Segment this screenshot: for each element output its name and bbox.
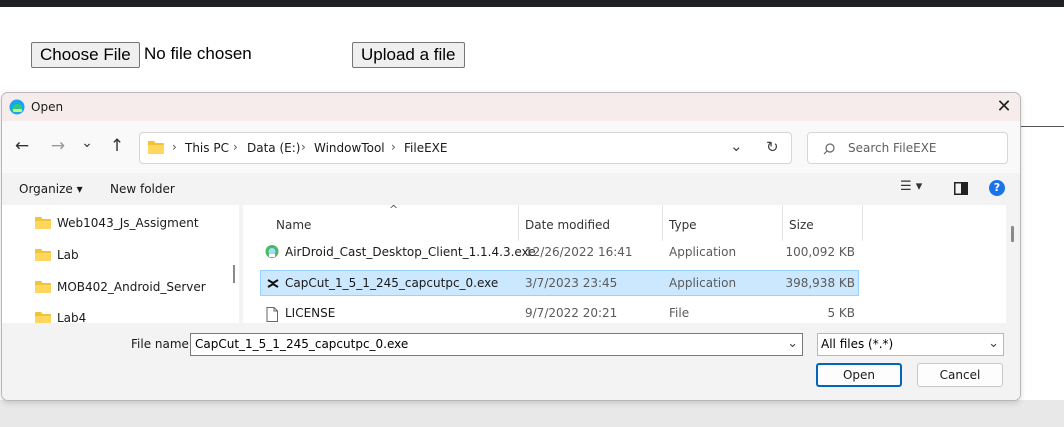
cancel-button[interactable]: Cancel — [917, 363, 1003, 387]
file-size: 100,092 KB — [785, 245, 855, 259]
open-button[interactable]: Open — [816, 363, 902, 387]
file-list-scrollbar[interactable] — [1011, 226, 1014, 242]
up-arrow-icon[interactable]: ↑ — [105, 134, 129, 158]
nav-item-label: Web1043_Js_Assigment — [57, 216, 199, 230]
forward-arrow-icon[interactable]: → — [46, 134, 70, 158]
dialog-title: Open — [31, 100, 64, 114]
file-type-filter-value: All files (*.*) — [821, 337, 894, 351]
page-background-strip — [0, 400, 1064, 427]
file-row-capcut-selected[interactable]: CapCut_1_5_1_245_capcutpc_0.exe 3/7/2023… — [260, 270, 859, 296]
dialog-title-bar: Open ✕ — [2, 93, 1020, 121]
column-header-date-modified[interactable]: Date modified — [525, 218, 610, 232]
nav-item-mob402[interactable]: MOB402_Android_Server — [2, 274, 232, 302]
column-divider[interactable] — [862, 205, 863, 241]
breadcrumb-windowtool[interactable]: WindowTool — [314, 141, 385, 155]
file-name-dropdown-chevron-icon[interactable]: ⌄ — [787, 336, 798, 351]
navigation-pane: Web1043_Js_Assigment Lab MOB402_Android_… — [2, 205, 239, 323]
address-dropdown-chevron-icon[interactable]: ⌄ — [730, 137, 743, 155]
file-type: Application — [669, 276, 737, 290]
file-name-value: CapCut_1_5_1_245_capcutpc_0.exe — [195, 337, 409, 351]
choose-file-button[interactable]: Choose File — [31, 42, 140, 68]
file-date: 3/7/2023 23:45 — [525, 276, 618, 290]
document-icon — [266, 307, 278, 322]
open-file-dialog: Open ✕ ← → ⌄ ↑ › This PC › Data (E:) › W… — [1, 92, 1021, 401]
upload-file-button[interactable]: Upload a file — [352, 42, 465, 68]
command-bar: Organize ▾ New folder ☰ ▾ ? — [2, 173, 1020, 205]
column-header-name[interactable]: Name — [276, 218, 311, 232]
file-name: LICENSE — [285, 306, 336, 320]
file-name: AirDroid_Cast_Desktop_Client_1.1.4.3.exe — [285, 245, 536, 259]
close-icon[interactable]: ✕ — [993, 96, 1015, 118]
breadcrumb-fileexe[interactable]: FileEXE — [404, 141, 447, 155]
no-file-chosen-text: No file chosen — [144, 44, 252, 63]
breadcrumb-this-pc[interactable]: This PC — [185, 141, 229, 155]
preview-pane-icon[interactable] — [954, 182, 968, 195]
new-folder-button[interactable]: New folder — [110, 182, 175, 196]
sort-ascending-icon: ^ — [389, 205, 399, 216]
search-input[interactable]: Search FileEXE — [848, 141, 937, 155]
search-icon — [823, 143, 835, 155]
file-type: File — [669, 306, 690, 320]
nav-item-label: Lab — [57, 248, 79, 262]
nav-item-web1043[interactable]: Web1043_Js_Assigment — [2, 210, 232, 238]
recent-locations-chevron-icon[interactable]: ⌄ — [75, 131, 99, 155]
browser-top-bar — [0, 0, 1064, 7]
nav-item-lab[interactable]: Lab — [2, 242, 232, 270]
airdroid-icon — [265, 245, 279, 258]
capcut-icon — [267, 279, 279, 288]
column-header-size[interactable]: Size — [789, 218, 814, 232]
nav-item-label: MOB402_Android_Server — [57, 280, 206, 294]
filter-dropdown-chevron-icon[interactable]: ⌄ — [988, 336, 999, 351]
file-name-label: File name: — [131, 337, 193, 351]
view-options-icon[interactable]: ☰ ▾ — [900, 179, 922, 194]
breadcrumb-separator: › — [391, 140, 396, 154]
organize-button[interactable]: Organize ▾ — [19, 182, 83, 196]
breadcrumb-separator: › — [233, 140, 238, 154]
file-date: 9/7/2022 20:21 — [525, 306, 618, 320]
column-divider[interactable] — [662, 205, 663, 241]
column-divider[interactable] — [782, 205, 783, 241]
file-name-field[interactable]: CapCut_1_5_1_245_capcutpc_0.exe ⌄ — [190, 333, 803, 356]
breadcrumb-separator: › — [172, 140, 177, 154]
address-bar[interactable]: › This PC › Data (E:) › WindowTool › Fil… — [139, 132, 792, 164]
breadcrumb-data-drive[interactable]: Data (E:) — [247, 141, 300, 155]
folder-icon — [148, 141, 164, 154]
page-divider — [1019, 126, 1064, 127]
nav-item-lab4[interactable]: Lab4 — [2, 305, 232, 323]
dialog-footer: File name: CapCut_1_5_1_245_capcutpc_0.e… — [2, 323, 1020, 400]
help-icon[interactable]: ? — [989, 180, 1005, 196]
back-arrow-icon[interactable]: ← — [10, 134, 34, 158]
folder-icon — [35, 312, 51, 323]
folder-icon — [35, 217, 51, 229]
file-row-license[interactable]: LICENSE 9/7/2022 20:21 File 5 KB — [260, 302, 859, 323]
navigation-bar: ← → ⌄ ↑ › This PC › Data (E:) › WindowTo… — [2, 121, 1020, 173]
folder-icon — [35, 249, 51, 261]
browser-app-icon — [9, 99, 25, 115]
file-type: Application — [669, 245, 737, 259]
column-divider[interactable] — [518, 205, 519, 241]
refresh-icon[interactable]: ↻ — [766, 138, 779, 156]
file-size: 398,938 KB — [785, 276, 855, 290]
column-header-type[interactable]: Type — [669, 218, 697, 232]
file-date: 12/26/2022 16:41 — [525, 245, 633, 259]
file-row-airdroid[interactable]: AirDroid_Cast_Desktop_Client_1.1.4.3.exe… — [260, 239, 859, 265]
file-size: 5 KB — [827, 306, 855, 320]
search-box[interactable]: Search FileEXE — [807, 132, 1008, 164]
file-type-filter[interactable]: All files (*.*) ⌄ — [817, 333, 1004, 356]
navigation-scrollbar[interactable] — [233, 265, 235, 283]
file-name: CapCut_1_5_1_245_capcutpc_0.exe — [285, 276, 499, 290]
folder-icon — [35, 281, 51, 293]
nav-item-label: Lab4 — [57, 311, 87, 323]
breadcrumb-separator: › — [301, 140, 306, 154]
